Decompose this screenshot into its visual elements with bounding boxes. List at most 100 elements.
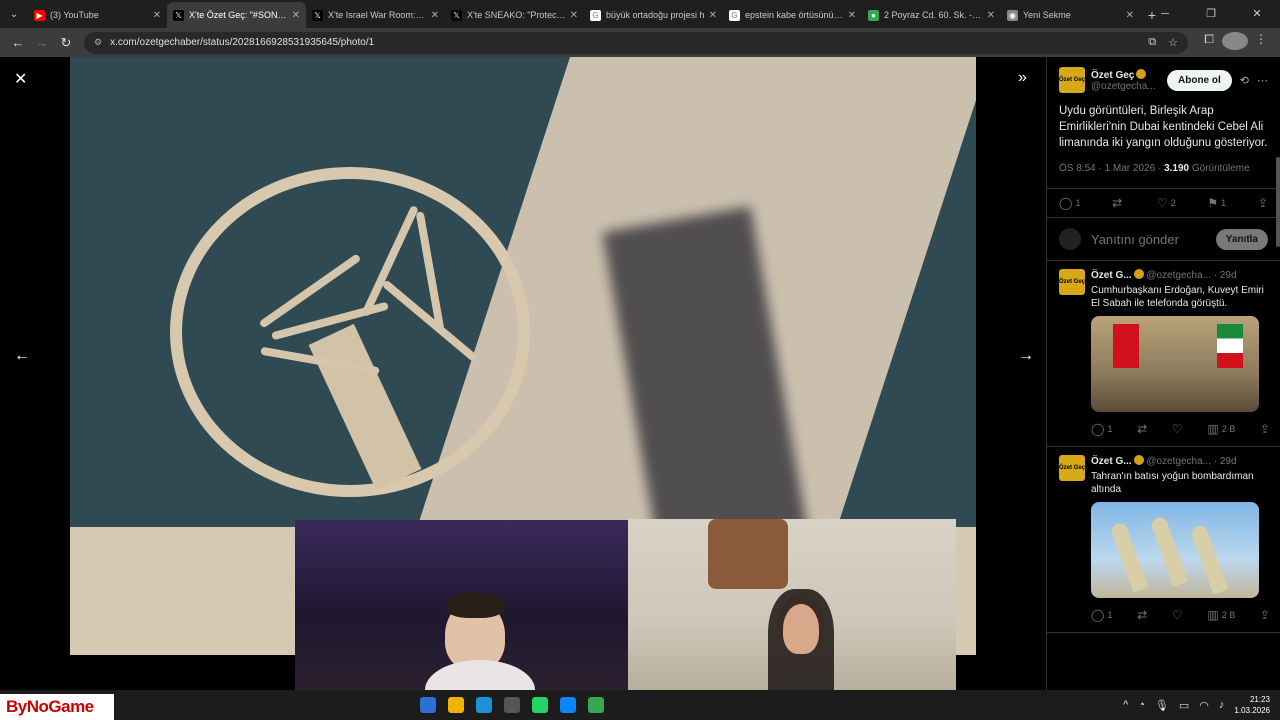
post-actions: ◯ 1 ⇄ ♡ 2 ⚑ 1 ⇪	[1047, 188, 1280, 218]
related-post[interactable]: Özet Geç Özet G... @ozetgecha... · 29d T…	[1047, 447, 1280, 633]
app-icon[interactable]	[560, 697, 576, 713]
extensions-icon[interactable]: ⧠	[1196, 32, 1222, 53]
repost-button[interactable]: ⇄	[1112, 196, 1125, 210]
tab-youtube[interactable]: ▶ (3) YouTube ✕	[28, 2, 167, 28]
collapse-sidebar-icon[interactable]: »	[1018, 69, 1027, 87]
tab-google-search-2[interactable]: G epstein kabe örtüsünü kim ✕	[723, 2, 862, 28]
views-button[interactable]: ▥ 2 B	[1207, 422, 1235, 436]
repost-icon: ⇄	[1137, 608, 1148, 622]
related-photo[interactable]	[1091, 316, 1259, 412]
app-icon[interactable]	[420, 697, 436, 713]
author-handle[interactable]: @ozetgecha...	[1091, 81, 1167, 92]
tab-ozet-gec[interactable]: 𝕏 X'te Özet Geç: "#SONDAKİKA" ✕	[167, 2, 306, 28]
tab-close-icon[interactable]: ✕	[1126, 10, 1134, 21]
tab-close-icon[interactable]: ✕	[431, 10, 439, 21]
post-time[interactable]: ÖS 8:54 · 1 Mar 2026 ·	[1059, 163, 1164, 174]
bookmark-count: 1	[1221, 198, 1227, 208]
repost-button[interactable]: ⇄	[1137, 608, 1147, 622]
tab-search-button[interactable]: ⌄	[0, 0, 28, 28]
reply-button[interactable]: ◯ 1	[1059, 196, 1080, 210]
share-button[interactable]: ⇪	[1260, 422, 1270, 436]
profile-avatar[interactable]	[1222, 32, 1248, 53]
reply-button[interactable]: ◯ 1	[1091, 608, 1112, 622]
subscribe-button[interactable]: Abone ol	[1167, 69, 1232, 91]
sidebar-scrollbar[interactable]	[1276, 157, 1280, 247]
microphone-icon[interactable]: 🎙	[1155, 699, 1169, 712]
related-author-avatar[interactable]: Özet Geç	[1059, 455, 1085, 481]
related-photo[interactable]	[1091, 502, 1259, 598]
tab-israel-war-room[interactable]: 𝕏 X'te Israel War Room: "Tu ✕	[306, 2, 445, 28]
reload-icon[interactable]: ↻	[54, 35, 78, 51]
webcam-overlay-left	[295, 520, 628, 690]
next-photo-icon[interactable]: →	[1018, 347, 1034, 365]
app-icon[interactable]	[504, 697, 520, 713]
clock[interactable]: 21:23 1.03.2026	[1234, 694, 1270, 716]
volume-icon[interactable]: ♪	[1219, 699, 1225, 711]
verified-badge-icon	[1136, 68, 1147, 79]
related-author-avatar[interactable]: Özet Geç	[1059, 269, 1085, 295]
browser-toolbar: ← → ↻ ⚙ x.com/ozetgechaber/status/202816…	[0, 28, 1280, 57]
more-options-icon[interactable]: ⋯	[1257, 74, 1268, 87]
whatsapp-icon[interactable]	[532, 697, 548, 713]
google-icon: G	[590, 9, 601, 21]
reply-composer: Yanıtını gönder Yanıtla	[1047, 218, 1280, 261]
analytics-icon: ▥	[1207, 422, 1219, 436]
back-icon[interactable]: ←	[6, 35, 30, 50]
views-button[interactable]: ▥ 2 B	[1207, 608, 1235, 622]
like-button[interactable]: ♡	[1172, 608, 1183, 622]
minimize-icon[interactable]: ─	[1142, 0, 1188, 28]
author-name[interactable]: Özet Geç	[1091, 70, 1134, 81]
address-bar[interactable]: ⚙ x.com/ozetgechaber/status/202816692853…	[84, 31, 1188, 54]
taskbar-apps	[420, 697, 604, 713]
related-actions: ◯ 1 ⇄ ♡ ▥ 2 B ⇪	[1091, 598, 1270, 632]
google-icon: G	[729, 9, 740, 21]
tab-google-maps[interactable]: ● 2 Poyraz Cd. 60. Sk. - Goo ✕	[862, 2, 1001, 28]
repost-button[interactable]: ⇄	[1137, 422, 1147, 436]
display-icon[interactable]: ▭	[1179, 699, 1189, 712]
folder-icon[interactable]	[448, 697, 464, 713]
forward-icon[interactable]: →	[30, 35, 54, 50]
tab-close-icon[interactable]: ✕	[709, 10, 717, 21]
like-button[interactable]: ♡ 2	[1157, 196, 1176, 210]
related-author-name[interactable]: Özet G...	[1091, 270, 1132, 281]
install-app-icon[interactable]: ⧉	[1148, 36, 1156, 49]
site-info-icon[interactable]: ⚙	[94, 37, 102, 48]
close-icon[interactable]: ✕	[14, 69, 27, 89]
previous-photo-icon[interactable]: ←	[14, 347, 30, 365]
bookmark-star-icon[interactable]: ☆	[1168, 36, 1178, 49]
tab-close-icon[interactable]: ✕	[292, 10, 300, 21]
related-author-name[interactable]: Özet G...	[1091, 456, 1132, 467]
share-button[interactable]: ⇪	[1260, 608, 1270, 622]
restore-icon[interactable]: ❐	[1188, 0, 1234, 28]
chrome-icon[interactable]	[588, 697, 604, 713]
wifi-icon[interactable]: ◠	[1199, 699, 1209, 712]
view-count: 2 B	[1221, 610, 1236, 620]
tab-close-icon[interactable]: ✕	[987, 10, 995, 21]
tab-close-icon[interactable]: ✕	[570, 10, 578, 21]
reply-submit-button[interactable]: Yanıtla	[1215, 228, 1268, 250]
x-icon: 𝕏	[312, 9, 323, 21]
related-post[interactable]: Özet Geç Özet G... @ozetgecha... · 29d C…	[1047, 261, 1280, 447]
tab-close-icon[interactable]: ✕	[153, 10, 161, 21]
tab-google-search-1[interactable]: G büyük ortadoğu projesi h ✕	[584, 2, 723, 28]
reply-button[interactable]: ◯ 1	[1091, 422, 1112, 436]
tab-sneako[interactable]: 𝕏 X'te SNEAKO: "Protect Tu ✕	[445, 2, 584, 28]
menu-icon[interactable]: ⋮	[1248, 32, 1274, 53]
bookmark-button[interactable]: ⚑ 1	[1207, 196, 1226, 210]
windows-taskbar	[0, 690, 1280, 720]
tab-new-tab[interactable]: ◉ Yeni Sekme ✕	[1001, 2, 1140, 28]
close-window-icon[interactable]: ✕	[1234, 0, 1280, 28]
author-avatar[interactable]: Özet Geç	[1059, 67, 1085, 93]
chevron-up-icon[interactable]: ^	[1123, 699, 1128, 711]
tab-close-icon[interactable]: ✕	[848, 10, 856, 21]
network-icon[interactable]: ◔	[1138, 699, 1145, 711]
heart-icon: ♡	[1156, 196, 1168, 210]
edge-icon[interactable]	[476, 697, 492, 713]
like-button[interactable]: ♡	[1172, 422, 1183, 436]
heart-icon: ♡	[1171, 608, 1183, 622]
share-button[interactable]: ⇪	[1258, 196, 1268, 210]
reply-input[interactable]: Yanıtını gönder	[1091, 232, 1216, 247]
related-handle: @ozetgecha... · 29d	[1146, 456, 1237, 467]
grok-icon[interactable]: ⟲	[1240, 74, 1249, 87]
post-meta: ÖS 8:54 · 1 Mar 2026 · 3.190 Görüntüleme	[1047, 151, 1280, 174]
